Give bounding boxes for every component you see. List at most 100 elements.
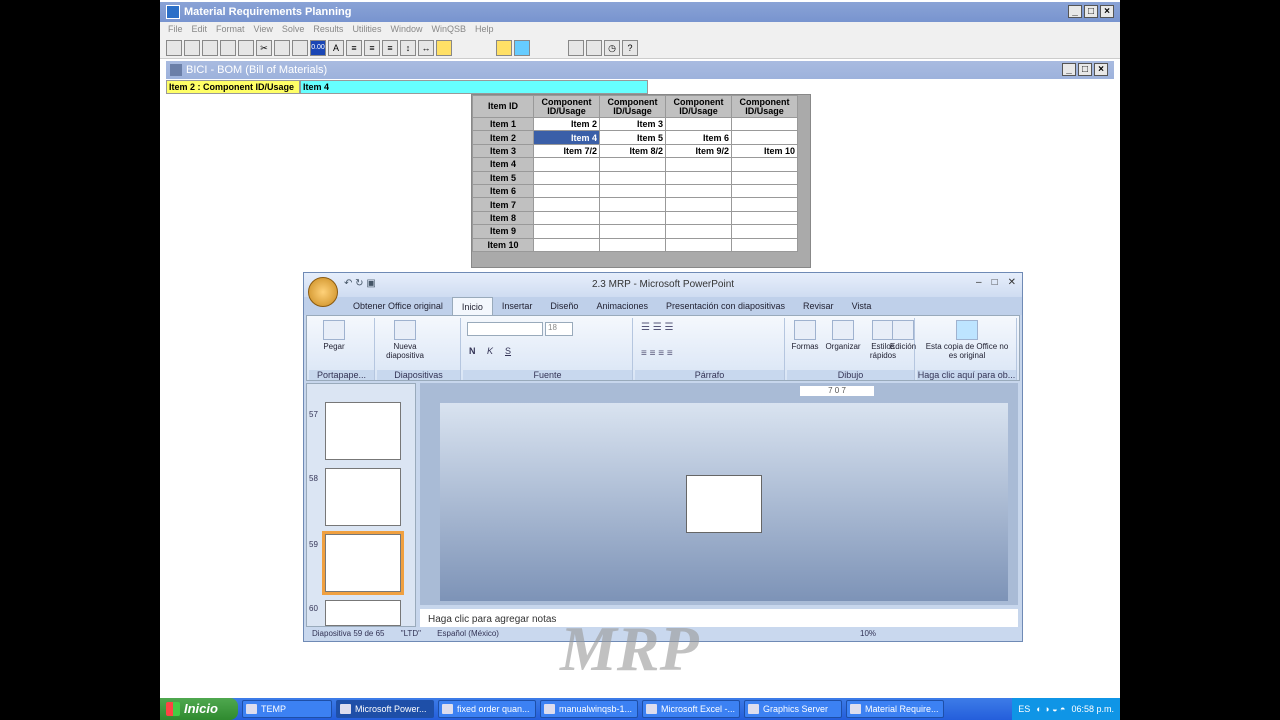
- redo-icon[interactable]: ↻: [355, 278, 363, 289]
- table-cell[interactable]: Item 5: [599, 130, 666, 145]
- save-icon[interactable]: ▣: [366, 278, 375, 289]
- close-button[interactable]: ×: [1100, 5, 1114, 18]
- bom-tree-icon[interactable]: [496, 40, 512, 56]
- table-cell[interactable]: [665, 224, 732, 239]
- table-cell[interactable]: Item 6: [665, 130, 732, 145]
- table-cell[interactable]: [665, 116, 732, 132]
- table-cell[interactable]: [665, 183, 732, 199]
- font-icon[interactable]: [238, 40, 254, 56]
- align-icons[interactable]: ≡ ≡ ≡ ≡: [641, 348, 673, 359]
- task-excel[interactable]: Microsoft Excel -...: [642, 700, 740, 718]
- table-cell[interactable]: [665, 237, 732, 252]
- table-cell[interactable]: [665, 170, 732, 185]
- maximize-icon[interactable]: □: [992, 277, 998, 288]
- new-slide-button[interactable]: Nueva diapositiva: [381, 320, 429, 360]
- tray-icons[interactable]: ◐ ◑ ◒ ◓: [1036, 704, 1065, 714]
- minimize-icon[interactable]: –: [976, 277, 982, 288]
- tab-presentacion[interactable]: Presentación con diapositivas: [657, 297, 794, 315]
- notes-pane[interactable]: Haga clic para agregar notas: [420, 609, 1018, 627]
- table-cell[interactable]: [533, 224, 600, 239]
- table-cell[interactable]: Item 9/2: [665, 143, 732, 159]
- clock[interactable]: 06:58 p.m.: [1071, 704, 1114, 714]
- start-button[interactable]: Inicio: [160, 698, 238, 720]
- table-cell[interactable]: [599, 170, 666, 185]
- row-height-icon[interactable]: ↕: [400, 40, 416, 56]
- open-icon[interactable]: [184, 40, 200, 56]
- print-icon[interactable]: [220, 40, 236, 56]
- font-style-icon[interactable]: A: [328, 40, 344, 56]
- table-cell[interactable]: [731, 116, 798, 132]
- new-icon[interactable]: [166, 40, 182, 56]
- font-name-input[interactable]: [467, 322, 543, 336]
- office-button[interactable]: [308, 277, 338, 307]
- tab-insertar[interactable]: Insertar: [493, 297, 542, 315]
- table-cell[interactable]: [665, 210, 732, 226]
- table-cell[interactable]: [599, 183, 666, 199]
- table-cell[interactable]: [533, 157, 600, 172]
- selected-cell[interactable]: Item 4: [533, 130, 600, 145]
- tab-animaciones[interactable]: Animaciones: [587, 297, 657, 315]
- editing-button[interactable]: Edición: [887, 320, 919, 351]
- slide-thumbnail[interactable]: [325, 402, 401, 460]
- save-icon[interactable]: [202, 40, 218, 56]
- table-cell[interactable]: [533, 197, 600, 212]
- menu-edit[interactable]: Edit: [192, 22, 208, 37]
- table-cell[interactable]: Item 3: [599, 116, 666, 132]
- table-cell[interactable]: [533, 210, 600, 226]
- bold-button[interactable]: N: [469, 346, 476, 356]
- tab-revisar[interactable]: Revisar: [794, 297, 843, 315]
- tab-diseno[interactable]: Diseño: [541, 297, 587, 315]
- task-mrp[interactable]: Material Require...: [846, 700, 944, 718]
- minimize-button[interactable]: _: [1068, 5, 1082, 18]
- table-cell[interactable]: [731, 197, 798, 212]
- task-firefox[interactable]: fixed order quan...: [438, 700, 536, 718]
- close-icon[interactable]: ✕: [1008, 277, 1016, 288]
- shapes-button[interactable]: Formas: [789, 320, 821, 351]
- align-right-icon[interactable]: ≡: [382, 40, 398, 56]
- slide-thumbnail-selected[interactable]: [322, 531, 404, 595]
- table-cell[interactable]: [665, 157, 732, 172]
- menu-utilities[interactable]: Utilities: [352, 22, 381, 37]
- table-cell[interactable]: [599, 157, 666, 172]
- undo-icon[interactable]: ↶: [344, 278, 352, 289]
- table-cell[interactable]: [731, 183, 798, 199]
- underline-button[interactable]: S: [505, 346, 511, 356]
- italic-button[interactable]: K: [487, 346, 493, 356]
- decimal-button[interactable]: 0.00: [310, 40, 326, 56]
- cell-value-input[interactable]: Item 4: [300, 80, 648, 94]
- slide-thumbnail[interactable]: [325, 468, 401, 526]
- maximize-button[interactable]: □: [1084, 5, 1098, 18]
- menu-help[interactable]: Help: [475, 22, 494, 37]
- table-cell[interactable]: [533, 170, 600, 185]
- table-cell[interactable]: [731, 224, 798, 239]
- paste-button[interactable]: Pegar: [317, 320, 351, 351]
- menu-window[interactable]: Window: [390, 22, 422, 37]
- table-cell[interactable]: Item 2: [533, 116, 600, 132]
- font-size-input[interactable]: 18: [545, 322, 573, 336]
- table-cell[interactable]: [533, 183, 600, 199]
- menu-format[interactable]: Format: [216, 22, 245, 37]
- table-cell[interactable]: [731, 157, 798, 172]
- bom-minimize-button[interactable]: _: [1062, 63, 1076, 76]
- task-graphics-server[interactable]: Graphics Server: [744, 700, 842, 718]
- paste-icon[interactable]: [292, 40, 308, 56]
- table-cell[interactable]: [731, 237, 798, 252]
- table-cell[interactable]: [731, 130, 798, 145]
- align-center-icon[interactable]: ≡: [364, 40, 380, 56]
- tab-inicio[interactable]: Inicio: [451, 297, 493, 315]
- menu-solve[interactable]: Solve: [282, 22, 305, 37]
- menu-results[interactable]: Results: [313, 22, 343, 37]
- table-cell[interactable]: Item 8/2: [599, 143, 666, 159]
- zoom-level[interactable]: 10%: [860, 627, 876, 641]
- table-cell[interactable]: [731, 210, 798, 226]
- slide-thumbnail[interactable]: [325, 600, 401, 626]
- task-powerpoint[interactable]: Microsoft Power...: [336, 700, 434, 718]
- table-cell[interactable]: [731, 170, 798, 185]
- arrange-button[interactable]: Organizar: [823, 320, 863, 351]
- help-icon[interactable]: ?: [622, 40, 638, 56]
- task-temp[interactable]: TEMP: [242, 700, 332, 718]
- menu-winqsb[interactable]: WinQSB: [431, 22, 466, 37]
- tab-vista[interactable]: Vista: [843, 297, 881, 315]
- table-cell[interactable]: [599, 210, 666, 226]
- bullets-icon[interactable]: ☰ ☰ ☰: [641, 322, 673, 333]
